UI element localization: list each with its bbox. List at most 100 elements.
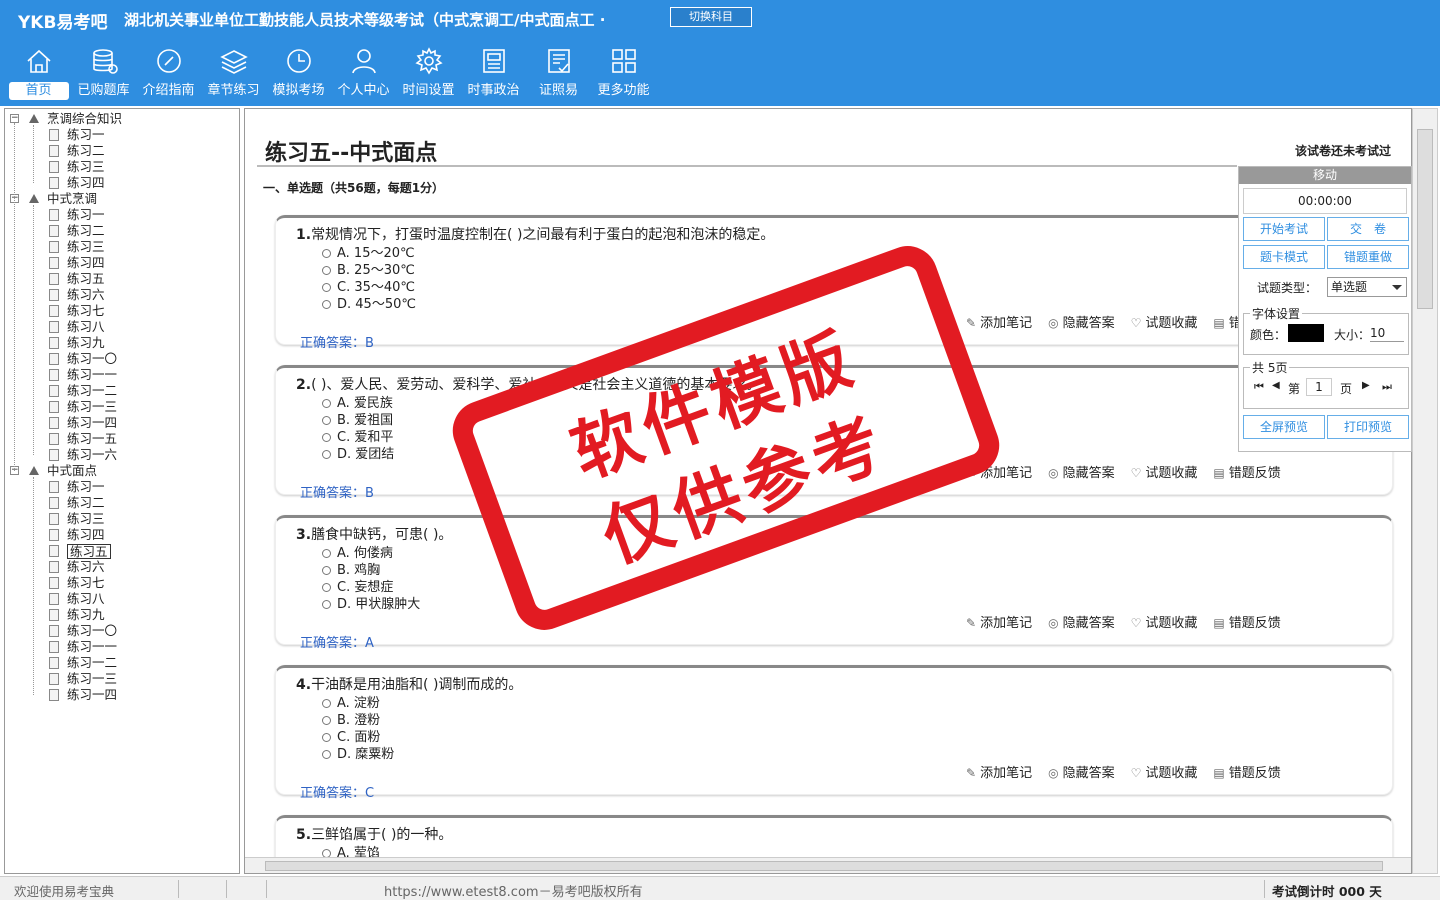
question-action-button[interactable]: ♡ 试题收藏 [1131,612,1198,631]
tree-item[interactable]: 练习七 [5,575,235,591]
question-action-button[interactable]: ◎ 隐藏答案 [1048,462,1115,481]
tree-group[interactable]: − 烹调综合知识 [5,111,235,127]
scroll-thumb[interactable] [1417,129,1433,309]
tree-item[interactable]: 练习四 [5,255,235,271]
question-action-button[interactable]: ✎ 添加笔记 [966,312,1032,331]
nav-more-functions[interactable]: 更多功能 [591,46,656,104]
radio-button[interactable] [322,600,331,609]
question-action-button[interactable]: ♡ 试题收藏 [1131,312,1198,331]
tree-item[interactable]: 练习三 [5,159,235,175]
radio-button[interactable] [322,249,331,258]
question-action-button[interactable]: ♡ 试题收藏 [1131,462,1198,481]
tree-group[interactable]: − 中式面点 [5,463,235,479]
fullscreen-preview-button[interactable]: 全屏预览 [1243,415,1325,439]
switch-subject-button[interactable]: 切换科目 [670,7,752,27]
tree-item[interactable]: 练习一 [5,207,235,223]
tree-item[interactable]: 练习一〇 [5,623,235,639]
tree-item[interactable]: 练习九 [5,335,235,351]
page-number-input[interactable]: 1 [1306,378,1332,396]
submit-button[interactable]: 交 卷 [1327,217,1409,241]
nav-time-settings[interactable]: 时间设置 [396,46,461,104]
answer-option[interactable]: D. 45～50℃ [322,293,416,312]
panel-move-handle[interactable]: 移动 [1239,167,1411,184]
print-preview-button[interactable]: 打印预览 [1327,415,1409,439]
collapse-icon[interactable]: − [10,114,19,123]
nav-current-affairs[interactable]: 时事政治 [461,46,526,104]
tree-item[interactable]: 练习一二 [5,383,235,399]
question-action-button[interactable]: ✎ 添加笔记 [966,612,1032,631]
tree-item[interactable]: 练习一四 [5,415,235,431]
tree-item[interactable]: 练习八 [5,591,235,607]
tree-item[interactable]: 练习一二 [5,655,235,671]
question-action-button[interactable]: ◎ 隐藏答案 [1048,312,1115,331]
tree-item[interactable]: 练习三 [5,511,235,527]
nav-chapter-practice[interactable]: 章节练习 [201,46,266,104]
tree-item[interactable]: 练习五 [5,271,235,287]
tree-item[interactable]: 练习一 [5,479,235,495]
question-action-button[interactable]: ♡ 试题收藏 [1131,762,1198,781]
tree-item[interactable]: 练习八 [5,319,235,335]
tree-item[interactable]: 练习一五 [5,431,235,447]
tree-item[interactable]: 练习一三 [5,399,235,415]
radio-button[interactable] [322,266,331,275]
last-page-icon[interactable]: ⏭ [1382,380,1392,394]
tree-item[interactable]: 练习一一 [5,639,235,655]
start-exam-button[interactable]: 开始考试 [1243,217,1325,241]
tree-item[interactable]: 练习六 [5,559,235,575]
radio-button[interactable] [322,583,331,592]
scroll-thumb[interactable] [265,861,1383,871]
nav-home[interactable]: 首页 [6,46,71,104]
radio-button[interactable] [322,416,331,425]
answer-option[interactable]: D. 爱团结 [322,443,394,462]
tree-item[interactable]: 练习九 [5,607,235,623]
radio-button[interactable] [322,300,331,309]
question-action-button[interactable]: ✎ 添加笔记 [966,762,1032,781]
tree-item[interactable]: 练习五 [5,543,235,559]
tree-item[interactable]: 练习一一 [5,367,235,383]
answer-option[interactable]: D. 糜粟粉 [322,743,394,762]
radio-button[interactable] [322,716,331,725]
tree-item[interactable]: 练习二 [5,223,235,239]
tree-item[interactable]: 练习七 [5,303,235,319]
tree-item[interactable]: 练习三 [5,239,235,255]
question-action-button[interactable]: ◎ 隐藏答案 [1048,612,1115,631]
radio-button[interactable] [322,450,331,459]
tree-item[interactable]: 练习四 [5,527,235,543]
tree-item[interactable]: 练习二 [5,495,235,511]
font-size-input[interactable]: 10 [1370,326,1404,342]
nav-mock-exam[interactable]: 模拟考场 [266,46,331,104]
question-action-button[interactable]: ▤错题反馈 [1213,762,1280,781]
radio-button[interactable] [322,549,331,558]
question-action-button[interactable]: ◎ 隐藏答案 [1048,762,1115,781]
first-page-icon[interactable]: ⏮ [1254,380,1264,394]
tree-item[interactable]: 练习四 [5,175,235,191]
tree-item[interactable]: 练习一四 [5,687,235,703]
radio-button[interactable] [322,566,331,575]
nav-certificate[interactable]: 证照易 [526,46,591,104]
horizontal-scrollbar[interactable] [245,857,1411,873]
nav-personal-center[interactable]: 个人中心 [331,46,396,104]
tree-item[interactable]: 练习六 [5,287,235,303]
tree-item[interactable]: 练习一六 [5,447,235,463]
tree-item[interactable]: 练习一三 [5,671,235,687]
radio-button[interactable] [322,283,331,292]
radio-button[interactable] [322,399,331,408]
tree-group[interactable]: − 中式烹调 [5,191,235,207]
question-action-button[interactable]: ▤错题反馈 [1213,462,1280,481]
question-action-button[interactable]: ✎ 添加笔记 [966,462,1032,481]
radio-button[interactable] [322,699,331,708]
vertical-scrollbar[interactable] [1412,108,1438,874]
radio-button[interactable] [322,750,331,759]
question-action-button[interactable]: ▤错题反馈 [1213,612,1280,631]
color-picker[interactable] [1288,324,1324,342]
radio-button[interactable] [322,733,331,742]
nav-guide[interactable]: 介绍指南 [136,46,201,104]
tree-item[interactable]: 练习一〇 [5,351,235,367]
nav-purchased-banks[interactable]: 已购题库 [71,46,136,104]
card-mode-button[interactable]: 题卡模式 [1243,245,1325,269]
answer-option[interactable]: D. 甲状腺肿大 [322,593,420,612]
radio-button[interactable] [322,433,331,442]
tree-item[interactable]: 练习一 [5,127,235,143]
prev-page-icon[interactable]: ◀ [1272,380,1280,391]
redo-wrong-button[interactable]: 错题重做 [1327,245,1409,269]
